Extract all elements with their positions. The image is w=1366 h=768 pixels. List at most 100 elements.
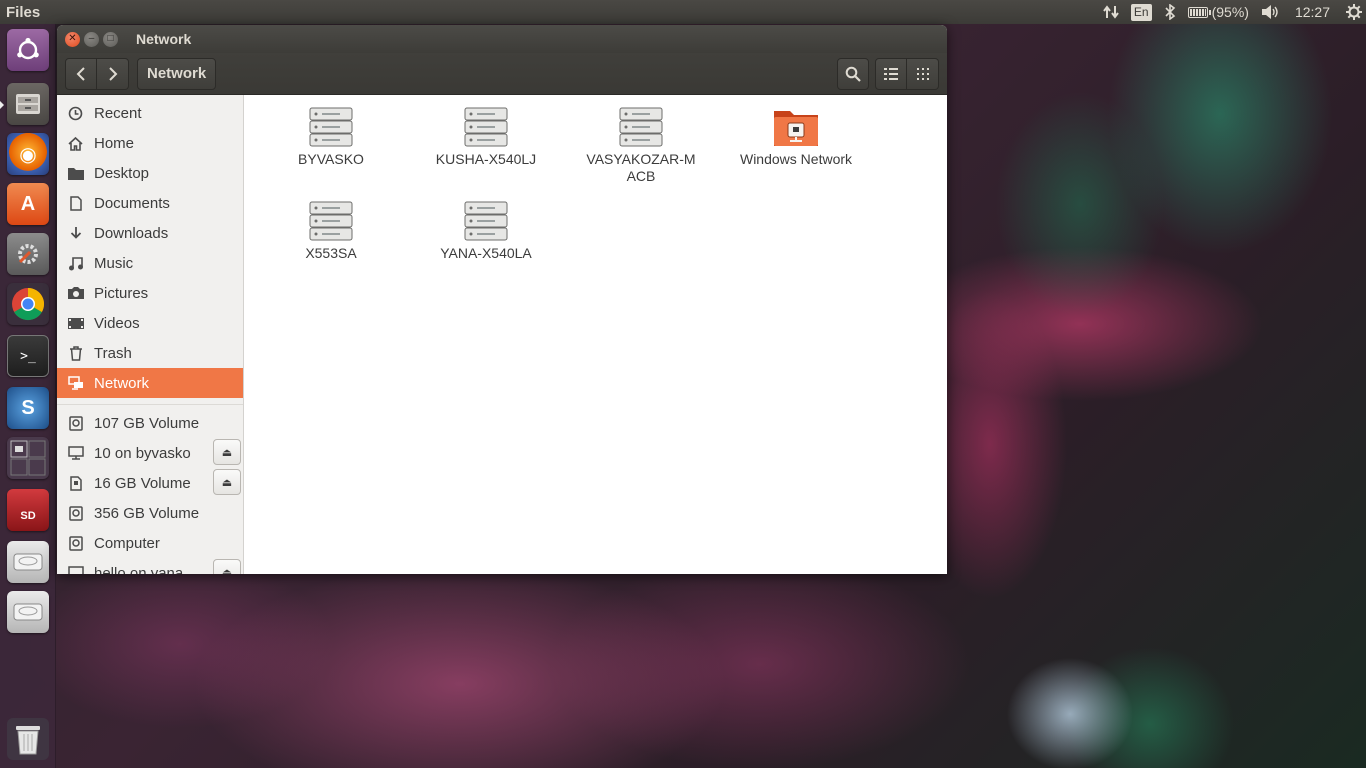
sidebar-item-documents[interactable]: Documents bbox=[57, 188, 243, 218]
firefox-icon: ◉ bbox=[19, 143, 37, 166]
sidebar-item-videos[interactable]: Videos bbox=[57, 308, 243, 338]
sidebar-item-label: Pictures bbox=[94, 284, 149, 302]
server-icon bbox=[619, 107, 663, 147]
sidebar-item-home[interactable]: Home bbox=[57, 128, 243, 158]
eject-icon: ⏏ bbox=[221, 476, 233, 489]
home-icon bbox=[67, 135, 84, 152]
launcher-terminal[interactable]: >_ bbox=[7, 335, 49, 377]
search-button[interactable] bbox=[837, 57, 869, 90]
music-icon bbox=[67, 255, 84, 272]
sidebar-item-107gb-volume[interactable]: 107 GB Volume bbox=[57, 408, 243, 438]
hard-drive-icon bbox=[13, 553, 43, 571]
maximize-icon: □ bbox=[107, 33, 114, 44]
network-item-kusha-x540lj[interactable]: KUSHA-X540LJ bbox=[411, 107, 561, 168]
keyboard-layout-indicator[interactable]: En bbox=[1130, 3, 1152, 21]
window-content: Recent Home Desktop Documents Downloads … bbox=[57, 95, 947, 574]
sidebar-item-pictures[interactable]: Pictures bbox=[57, 278, 243, 308]
network-icon bbox=[67, 375, 84, 392]
document-icon bbox=[67, 195, 84, 212]
minimize-button[interactable]: – bbox=[84, 31, 99, 47]
battery-indicator[interactable]: (95%) bbox=[1187, 4, 1249, 20]
list-view-button[interactable] bbox=[875, 57, 907, 90]
back-button[interactable] bbox=[65, 57, 97, 90]
server-icon bbox=[309, 107, 353, 147]
sidebar-item-recent[interactable]: Recent bbox=[57, 98, 243, 128]
sidebar-item-music[interactable]: Music bbox=[57, 248, 243, 278]
network-share-icon bbox=[67, 445, 84, 462]
grid-view-button[interactable] bbox=[907, 57, 939, 90]
sidebar-item-label: Recent bbox=[94, 104, 142, 122]
sidebar-item-10-on-byvasko[interactable]: 10 on byvasko ⏏ bbox=[57, 438, 243, 468]
hard-drive-icon bbox=[13, 603, 43, 621]
window-titlebar[interactable]: ✕ – □ Network bbox=[57, 25, 947, 53]
maximize-button[interactable]: □ bbox=[103, 31, 118, 47]
files-window: ✕ – □ Network Network Recent Home Deskto… bbox=[57, 25, 947, 574]
folder-icon bbox=[67, 165, 84, 182]
sidebar-item-network[interactable]: Network bbox=[57, 368, 243, 398]
network-item-byvasko[interactable]: BYVASKO bbox=[256, 107, 406, 168]
indicator-area: En (95%) 12:27 bbox=[1097, 0, 1366, 24]
launcher-app-blue[interactable]: S bbox=[7, 387, 49, 429]
sidebar-item-16gb-volume[interactable]: 16 GB Volume ⏏ bbox=[57, 468, 243, 498]
launcher-software-center[interactable]: A bbox=[7, 183, 49, 225]
gear-icon[interactable] bbox=[1346, 4, 1362, 20]
toolbar: Network bbox=[57, 53, 947, 95]
bluetooth-icon[interactable] bbox=[1164, 4, 1176, 20]
network-share-icon bbox=[67, 565, 84, 574]
launcher-system-settings[interactable] bbox=[7, 233, 49, 275]
eject-button[interactable]: ⏏ bbox=[213, 469, 241, 495]
file-icon-view[interactable]: BYVASKO KUSHA-X540LJ VASYAKOZAR-MACB Win… bbox=[244, 95, 947, 574]
download-icon bbox=[67, 225, 84, 242]
sidebar-item-trash[interactable]: Trash bbox=[57, 338, 243, 368]
battery-level-fill bbox=[1189, 8, 1206, 16]
item-label: Windows Network bbox=[739, 151, 853, 167]
network-item-x553sa[interactable]: X553SA bbox=[256, 201, 406, 262]
network-item-windows-network[interactable]: Windows Network bbox=[721, 107, 871, 168]
item-label: YANA-X540LA bbox=[440, 245, 532, 261]
launcher-firefox[interactable]: ◉ bbox=[7, 133, 49, 175]
launcher-sd-card[interactable]: SD bbox=[7, 489, 49, 531]
launcher-workspace-switcher[interactable] bbox=[7, 437, 49, 479]
close-icon: ✕ bbox=[68, 33, 77, 44]
path-bar-button[interactable]: Network bbox=[137, 57, 217, 90]
volume-icon[interactable] bbox=[1261, 4, 1279, 20]
clock-icon bbox=[67, 105, 84, 122]
sidebar-item-label: Home bbox=[94, 134, 135, 152]
network-item-vasyakozar-macb[interactable]: VASYAKOZAR-MACB bbox=[566, 107, 716, 185]
launcher-chrome[interactable] bbox=[7, 283, 49, 325]
drive-icon bbox=[67, 415, 84, 432]
ubuntu-dash-button[interactable] bbox=[7, 29, 49, 71]
eject-icon: ⏏ bbox=[221, 566, 233, 575]
top-panel: Files En (95%) 12:27 bbox=[0, 0, 1366, 24]
sidebar-item-hello-on-yana[interactable]: hello on yana ⏏ bbox=[57, 558, 243, 574]
swirl-app-icon: S bbox=[21, 396, 35, 419]
sidebar-item-label: Computer bbox=[94, 534, 160, 552]
launcher-drive-1[interactable] bbox=[7, 541, 49, 583]
trash-icon bbox=[67, 345, 84, 362]
trash-can-icon bbox=[16, 726, 40, 755]
sidebar-item-desktop[interactable]: Desktop bbox=[57, 158, 243, 188]
launcher-drive-2[interactable] bbox=[7, 591, 49, 633]
network-item-yana-x540la[interactable]: YANA-X540LA bbox=[411, 201, 561, 262]
close-button[interactable]: ✕ bbox=[65, 31, 80, 47]
grid-icon bbox=[916, 67, 929, 80]
sidebar-item-computer[interactable]: Computer bbox=[57, 528, 243, 558]
sd-card-icon: SD bbox=[20, 510, 36, 522]
server-icon bbox=[464, 201, 508, 241]
forward-button[interactable] bbox=[97, 57, 129, 90]
eject-button[interactable]: ⏏ bbox=[213, 559, 241, 574]
item-label: X553SA bbox=[305, 245, 357, 261]
clock[interactable]: 12:27 bbox=[1295, 4, 1330, 20]
sidebar-item-356gb-volume[interactable]: 356 GB Volume bbox=[57, 498, 243, 528]
sidebar-item-label: Downloads bbox=[94, 224, 169, 242]
eject-button[interactable]: ⏏ bbox=[213, 439, 241, 465]
app-menu-title[interactable]: Files bbox=[0, 4, 40, 21]
network-transfer-icon[interactable] bbox=[1103, 4, 1119, 20]
sidebar-item-downloads[interactable]: Downloads bbox=[57, 218, 243, 248]
network-folder-icon bbox=[774, 111, 818, 146]
launcher-trash[interactable] bbox=[7, 718, 49, 760]
terminal-prompt-icon: >_ bbox=[20, 348, 36, 364]
launcher: ◉ A >_ S SD bbox=[0, 24, 56, 768]
search-icon bbox=[845, 66, 861, 82]
launcher-files[interactable] bbox=[0, 83, 49, 125]
